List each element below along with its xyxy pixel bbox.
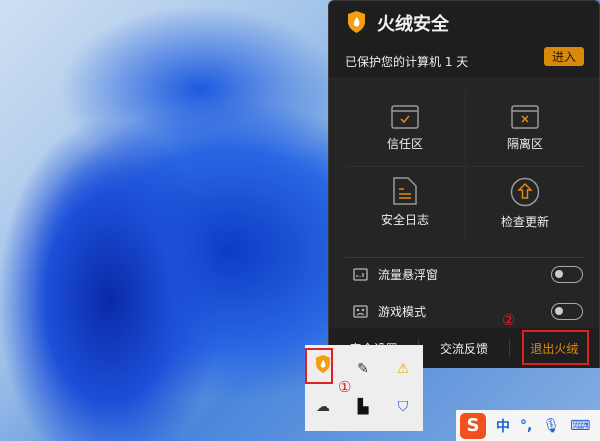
toggle-label: 游戏模式 (378, 304, 427, 319)
microphone-icon[interactable]: 🎙 (542, 418, 560, 434)
edit-tray-icon[interactable]: ✎ (353, 359, 373, 379)
onedrive-offline-tray-icon[interactable]: ☁ (313, 397, 333, 417)
sogou-icon[interactable]: S (460, 412, 486, 439)
feature-grid: 信任区 隔离区 安全日志 检查更新 (345, 89, 585, 244)
gamepad-icon (353, 304, 368, 318)
menu-header: 火绒安全 已保护您的计算机 1 天 进入 (329, 1, 599, 77)
tencent-manager-tray-icon[interactable]: ⛉ (393, 397, 413, 417)
tile-trust-zone[interactable]: 信任区 (345, 105, 465, 183)
tile-label: 检查更新 (500, 215, 549, 229)
enter-button[interactable]: 进入 (544, 47, 584, 66)
highlight-box-exit (522, 330, 589, 365)
traffic-float-toggle[interactable] (551, 265, 583, 283)
trust-zone-icon (391, 105, 419, 129)
update-icon (510, 177, 540, 207)
app-title: 火绒安全 (377, 14, 449, 35)
taskbar-ime: S 中 °, 🎙 ⌨ (456, 410, 600, 441)
toggle-row-traffic-float: 流量悬浮窗 (353, 264, 583, 284)
huorong-logo-icon (348, 11, 365, 33)
divider (345, 257, 585, 258)
tile-label: 安全日志 (380, 213, 429, 227)
toggle-label: 流量悬浮窗 (378, 267, 439, 282)
ime-punctuation[interactable]: °, (520, 418, 532, 434)
quarantine-icon (511, 105, 539, 129)
keyboard-icon[interactable]: ⌨ (570, 418, 590, 434)
feedback-button[interactable]: 交流反馈 (419, 340, 508, 357)
traffic-chart-icon (353, 267, 368, 281)
toggle-row-game-mode: 游戏模式 (353, 301, 583, 321)
game-mode-toggle[interactable] (551, 302, 583, 320)
tile-label: 隔离区 (506, 137, 543, 151)
bookmark-tray-icon[interactable]: ▙ (353, 397, 373, 417)
protection-status: 已保护您的计算机 1 天 (345, 55, 469, 69)
tile-quarantine[interactable]: 隔离区 (465, 105, 585, 183)
annotation-two: ② (502, 311, 516, 329)
highlight-box-tray (305, 348, 333, 384)
defender-warning-tray-icon[interactable]: ⚠ (393, 359, 413, 379)
tile-security-log[interactable]: 安全日志 (345, 177, 465, 255)
huorong-tray-menu: 火绒安全 已保护您的计算机 1 天 进入 信任区 隔离区 安全日志 检查更新 流… (328, 0, 600, 368)
tile-label: 信任区 (386, 137, 423, 151)
annotation-one: ① (338, 378, 352, 396)
tile-check-update[interactable]: 检查更新 (465, 177, 585, 255)
log-icon (393, 177, 417, 205)
ime-language[interactable]: 中 (496, 416, 510, 436)
